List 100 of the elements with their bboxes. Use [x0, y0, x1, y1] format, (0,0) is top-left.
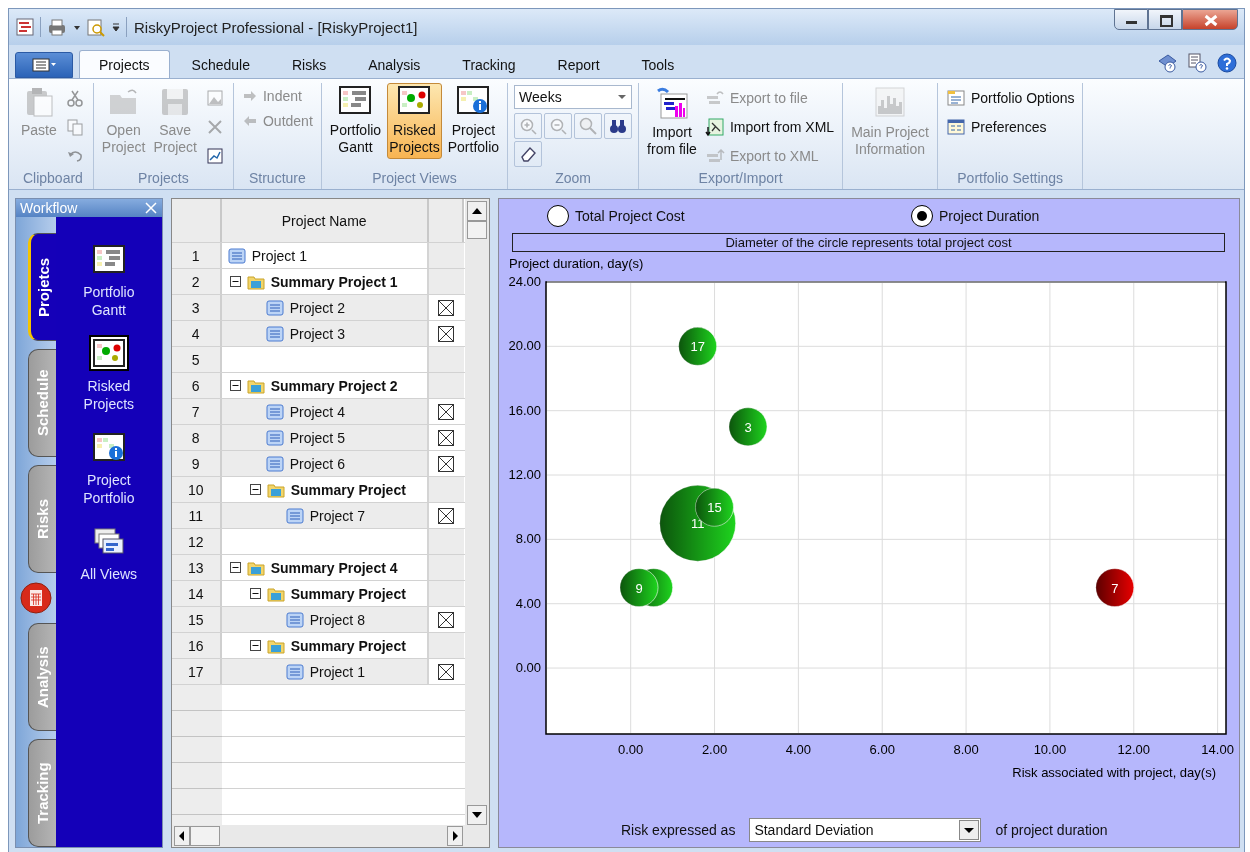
info-grid-icon [92, 433, 125, 461]
row-number: 3 [171, 295, 222, 320]
table-cell [428, 633, 464, 658]
help-document-icon[interactable] [1186, 52, 1208, 74]
ribbon-tab[interactable]: Schedule [171, 50, 270, 78]
ribbon-button[interactable]: Risked Projects [387, 83, 442, 159]
side-tab[interactable]: Projetcs [28, 233, 56, 341]
scissors-icon [65, 89, 84, 107]
close-button[interactable] [1182, 9, 1238, 30]
document-icon [285, 507, 304, 524]
table-cell [428, 347, 464, 372]
project-name: Project 4 [289, 403, 345, 420]
bubble-label: 3 [744, 419, 752, 435]
horizontal-scrollbar[interactable] [171, 825, 489, 847]
close-icon[interactable] [143, 201, 158, 215]
scroll-thumb[interactable] [467, 221, 487, 239]
tick-label: 4.00 [785, 742, 812, 757]
radio-button[interactable] [547, 205, 569, 227]
workflow-item[interactable]: Portfolio Gantt [79, 237, 139, 323]
ribbon-button[interactable]: Import from file [645, 83, 699, 161]
ribbon-tab[interactable]: Projects [79, 50, 170, 78]
ribbon-button[interactable]: Import from XML [702, 114, 837, 140]
arrow-right-icon [241, 88, 258, 104]
bar-chart-icon [655, 86, 689, 120]
x-icon [205, 118, 224, 136]
tick-label: 4.00 [515, 595, 541, 611]
row-number: 9 [171, 451, 222, 476]
icon-button[interactable] [604, 113, 633, 139]
app-icon[interactable] [15, 17, 35, 37]
ribbon-button[interactable]: Preferences [943, 114, 1077, 140]
bubble-label: 15 [707, 500, 722, 516]
search-icon [579, 117, 598, 135]
bubble-label: 11 [691, 516, 705, 532]
row-number: 2 [171, 269, 222, 294]
axis-title: Project duration, day(s) [509, 256, 644, 271]
folder-icon [246, 559, 265, 576]
minimize-button[interactable] [1114, 9, 1148, 30]
ribbon-tab[interactable]: Risks [271, 50, 347, 78]
checkbox[interactable] [438, 507, 455, 524]
column-header[interactable]: Project Name [221, 199, 429, 242]
workflow-item[interactable]: Risked Projects [79, 331, 139, 417]
tick-label: 14.00 [1201, 742, 1234, 757]
row-number: 4 [171, 321, 222, 346]
table-cell [428, 269, 464, 294]
help-book-icon[interactable] [1156, 52, 1178, 74]
row-number: 6 [171, 373, 222, 398]
summary-name: Summary Project 1 [270, 273, 398, 290]
calculator-icon[interactable] [19, 581, 53, 615]
ribbon-button[interactable]: Portfolio Gantt [327, 83, 384, 159]
checkbox[interactable] [438, 403, 455, 420]
print-preview-icon[interactable] [86, 17, 106, 37]
tick-label: 8.00 [953, 742, 979, 757]
collapse-icon[interactable] [249, 640, 261, 651]
maximize-button[interactable] [1148, 9, 1182, 30]
collapse-icon[interactable] [229, 276, 241, 287]
group-label: Project Views [372, 170, 457, 186]
ribbon-tab[interactable]: Tracking [442, 50, 536, 78]
collapse-icon[interactable] [229, 562, 241, 573]
collapse-icon[interactable] [249, 484, 261, 495]
unit-dropdown[interactable]: Weeks [514, 85, 633, 109]
project-name: Project 2 [289, 299, 345, 316]
collapse-icon[interactable] [229, 380, 241, 391]
ribbon-tab[interactable]: Analysis [348, 50, 441, 78]
document-icon [704, 117, 725, 137]
scroll-thumb[interactable] [189, 826, 220, 846]
checkbox[interactable] [438, 429, 455, 446]
group-label: Zoom [555, 170, 591, 186]
checkbox[interactable] [438, 325, 455, 342]
printer-icon[interactable] [46, 18, 68, 36]
app-menu-button[interactable] [15, 52, 73, 78]
document-icon [265, 325, 284, 342]
scroll-down-button[interactable] [467, 805, 487, 825]
workflow-item[interactable]: Project Portfolio [79, 425, 139, 511]
table-cell [428, 529, 464, 554]
scroll-right-button[interactable] [447, 826, 463, 846]
checkbox[interactable] [438, 663, 455, 680]
checkbox[interactable] [438, 299, 455, 316]
eraser-icon [519, 145, 538, 163]
ribbon-button[interactable]: Project Portfolio [445, 83, 502, 159]
help-icon[interactable] [1216, 52, 1238, 74]
group-label: Portfolio Settings [957, 170, 1064, 186]
vertical-scrollbar[interactable] [465, 199, 489, 825]
collapse-icon[interactable] [249, 588, 261, 599]
workflow-item[interactable]: All Views [76, 519, 142, 587]
radio-button[interactable] [911, 205, 933, 227]
ribbon-tab[interactable]: Tools [621, 50, 695, 78]
scroll-up-button[interactable] [467, 201, 487, 221]
image-icon [205, 89, 224, 107]
checkbox[interactable] [438, 455, 455, 472]
risk-dropdown[interactable]: Standard Deviation [749, 818, 982, 842]
ribbon-button[interactable]: Portfolio Options [943, 85, 1077, 111]
scroll-left-button[interactable] [173, 826, 190, 846]
checkbox[interactable] [438, 611, 455, 628]
tick-label: 10.00 [1033, 742, 1067, 757]
ribbon-tab[interactable]: Report [537, 50, 620, 78]
zoom-out-icon [549, 117, 568, 135]
dropdown-value: Standard Deviation [754, 822, 874, 838]
group-label: Structure [248, 170, 306, 186]
row-number: 11 [171, 503, 222, 528]
icon-button[interactable] [514, 141, 543, 167]
